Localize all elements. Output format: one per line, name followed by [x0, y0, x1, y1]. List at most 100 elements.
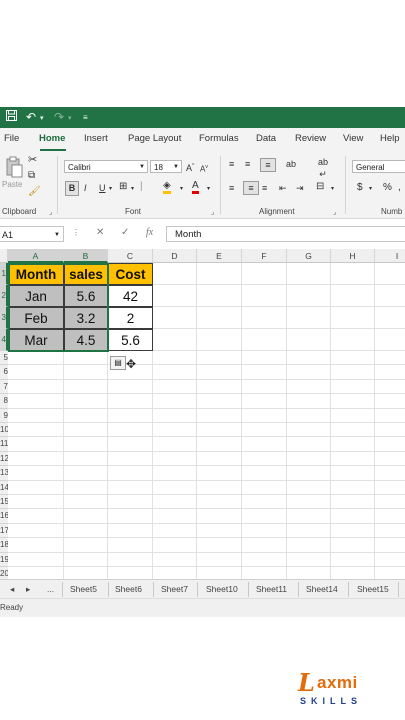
align-right-icon[interactable]: ≡ [262, 182, 267, 194]
row-header-10[interactable]: 10 [0, 423, 8, 438]
align-left-icon[interactable]: ≡ [229, 182, 234, 194]
tab-view[interactable]: View [343, 133, 363, 144]
paste-button[interactable]: Paste [2, 179, 22, 191]
tab-insert[interactable]: Insert [84, 133, 108, 144]
borders-icon[interactable]: ⊞ [119, 181, 127, 193]
column-header-c[interactable]: C [108, 249, 153, 263]
align-center-icon[interactable]: ≡ [243, 181, 259, 195]
clipboard-launcher-icon[interactable]: ⌟ [49, 208, 52, 216]
sheet-tab-sheet6[interactable]: Sheet6 [115, 584, 142, 594]
insert-function-button[interactable]: fx [146, 227, 153, 238]
column-header-d[interactable]: D [153, 249, 197, 263]
increase-font-icon[interactable]: A^ [186, 160, 194, 174]
format-painter-icon[interactable]: 🖌 [28, 186, 41, 198]
tab-help[interactable]: Help [380, 133, 400, 144]
undo-dropdown-icon[interactable]: ▾ [40, 112, 44, 126]
chevron-down-icon[interactable]: ▾ [131, 183, 134, 195]
row-header-8[interactable]: 8 [0, 394, 8, 409]
font-name-combo[interactable]: Calibri ▼ [64, 160, 148, 173]
comma-style-icon[interactable]: , [398, 182, 401, 194]
tab-home[interactable]: Home [39, 133, 65, 144]
select-all-corner[interactable] [0, 249, 8, 263]
cell-c1[interactable]: Cost [108, 263, 153, 285]
row-header-9[interactable]: 9 [0, 408, 8, 423]
tab-data[interactable]: Data [256, 133, 276, 144]
font-launcher-icon[interactable]: ⌟ [211, 208, 214, 216]
wrap-text-icon[interactable]: ab ↵ [318, 156, 328, 180]
sheet-tab-sheet11[interactable]: Sheet11 [256, 584, 287, 594]
redo-dropdown-icon[interactable]: ▾ [68, 112, 72, 126]
decrease-font-icon[interactable]: Av [200, 161, 208, 176]
underline-button[interactable]: U [99, 182, 106, 194]
cell-a2[interactable]: Jan [8, 285, 64, 307]
row-header-6[interactable]: 6 [0, 365, 8, 380]
enter-icon[interactable]: ✓ [121, 227, 129, 238]
tab-review[interactable]: Review [295, 133, 326, 144]
row-header-14[interactable]: 14 [0, 480, 8, 495]
sheet-tab-sheet14[interactable]: Sheet14 [306, 584, 338, 594]
row-header-16[interactable]: 16 [0, 509, 8, 524]
italic-button[interactable]: I [84, 182, 87, 194]
sheet-tab-sheet15[interactable]: Sheet15 [357, 584, 389, 594]
name-box[interactable]: A1 ▼ [0, 226, 64, 242]
formula-input[interactable]: Month [166, 226, 405, 242]
sheet-tab-sheet10[interactable]: Sheet10 [206, 584, 238, 594]
cell-b2[interactable]: 5.6 [64, 285, 108, 307]
cut-icon[interactable]: ✂ [28, 154, 37, 166]
column-header-h[interactable]: H [331, 249, 375, 263]
tab-formulas[interactable]: Formulas [199, 133, 239, 144]
font-color-icon[interactable]: A [192, 180, 199, 194]
undo-icon[interactable]: ↶ [26, 110, 36, 124]
chevron-down-icon[interactable]: ▾ [369, 183, 372, 195]
row-header-7[interactable]: 7 [0, 379, 8, 395]
row-header-17[interactable]: 17 [0, 523, 8, 539]
chevron-down-icon[interactable]: ▾ [331, 183, 334, 195]
customize-icon[interactable]: ≡ [83, 111, 88, 125]
row-header-5[interactable]: 5 [0, 351, 8, 366]
percent-button[interactable]: % [383, 182, 392, 194]
row-header-2[interactable]: 2 [0, 285, 8, 307]
top-align-icon[interactable]: ≡ [229, 158, 234, 170]
sheet-nav-more[interactable]: ... [47, 584, 54, 594]
row-header-3[interactable]: 3 [0, 307, 8, 329]
alignment-launcher-icon[interactable]: ⌟ [333, 208, 336, 216]
bold-button[interactable]: B [65, 181, 79, 196]
bottom-align-icon[interactable]: ≡ [260, 158, 276, 172]
column-header-b[interactable]: B [64, 249, 108, 263]
chevron-down-icon[interactable]: ▾ [180, 183, 183, 195]
tab-page-layout[interactable]: Page Layout [128, 133, 181, 144]
cell-a4[interactable]: Mar [8, 329, 64, 351]
cell-c4[interactable]: 5.6 [108, 329, 153, 351]
middle-align-icon[interactable]: ≡ [245, 158, 250, 170]
paste-icon[interactable] [3, 156, 25, 178]
currency-button[interactable]: $ [357, 182, 363, 194]
cell-a1[interactable]: Month [8, 263, 64, 285]
row-header-12[interactable]: 12 [0, 451, 8, 467]
column-header-e[interactable]: E [197, 249, 242, 263]
cell-b3[interactable]: 3.2 [64, 307, 108, 329]
paste-options-icon[interactable]: ▤ [110, 356, 126, 370]
sheet-nav-next-icon[interactable]: ▸ [26, 584, 30, 595]
save-icon[interactable] [6, 110, 17, 124]
copy-icon[interactable]: ⧉ [28, 170, 35, 182]
merge-center-icon[interactable]: ⊟ [316, 181, 324, 193]
sheet-nav-prev-icon[interactable]: ◂ [10, 584, 14, 595]
row-header-19[interactable]: 19 [0, 552, 8, 567]
number-format-combo[interactable]: General [352, 160, 405, 173]
orientation-icon[interactable]: ab [286, 158, 296, 170]
row-header-13[interactable]: 13 [0, 466, 8, 481]
font-size-combo[interactable]: 18 ▼ [150, 160, 182, 173]
row-header-1[interactable]: 1 [0, 263, 8, 285]
row-header-4[interactable]: 4 [0, 329, 8, 351]
chevron-down-icon[interactable]: ▾ [207, 183, 210, 195]
chevron-down-icon[interactable]: ▾ [109, 183, 112, 195]
column-header-g[interactable]: G [287, 249, 331, 263]
cancel-icon[interactable]: ✕ [96, 227, 104, 238]
row-header-18[interactable]: 18 [0, 538, 8, 553]
increase-indent-icon[interactable]: ⇥ [296, 182, 304, 194]
row-header-15[interactable]: 15 [0, 495, 8, 510]
cell-c3[interactable]: 2 [108, 307, 153, 329]
cell-b1[interactable]: sales [64, 263, 108, 285]
cell-c2[interactable]: 42 [108, 285, 153, 307]
tab-file[interactable]: File [4, 133, 19, 144]
